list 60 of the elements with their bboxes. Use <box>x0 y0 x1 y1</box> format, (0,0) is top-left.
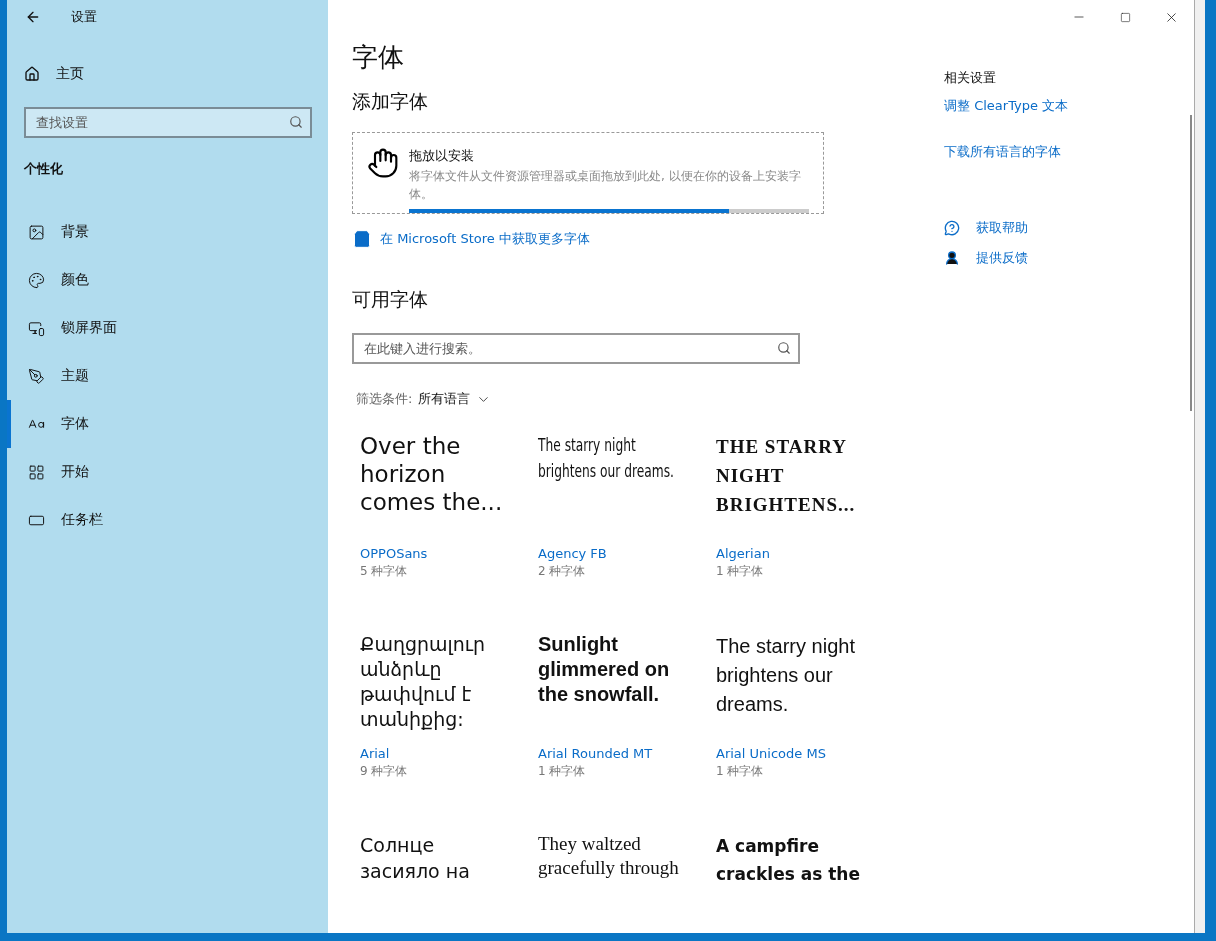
shopping-bag-icon <box>352 229 372 249</box>
font-name-link[interactable]: Arial Unicode MS <box>716 746 884 761</box>
font-sample-text: Քաղցրալուր անձրևը թափվում է տանիքից: <box>360 632 487 732</box>
font-sample-text: Over the horizon comes the... <box>360 432 504 517</box>
font-name-link[interactable]: OPPOSans <box>360 546 528 561</box>
sidebar-item[interactable]: 任务栏 <box>7 496 328 544</box>
store-link[interactable]: 在 Microsoft Store 中获取更多字体 <box>352 229 944 249</box>
sidebar-item[interactable]: 背景 <box>7 208 328 256</box>
person-icon <box>944 250 960 266</box>
search-field[interactable]: 查找设置 <box>24 107 312 138</box>
drop-zone[interactable]: 拖放以安装 将字体文件从文件资源管理器或桌面拖放到此处, 以便在你的设备上安装字体。 <box>352 132 824 214</box>
font-sample-text: Солнце засияло на <box>360 833 471 884</box>
search-icon <box>777 341 791 355</box>
pen-icon <box>28 367 45 385</box>
sidebar-item[interactable]: 颜色 <box>7 256 328 304</box>
home-icon <box>24 66 40 82</box>
page-title: 字体 <box>352 41 405 74</box>
sidebar-item[interactable]: 锁屏界面 <box>7 304 328 352</box>
related-heading: 相关设置 <box>944 69 997 87</box>
filter-dropdown[interactable]: 筛选条件: 所有语言 <box>352 390 944 408</box>
font-sample-text: The starry night brightens our dreams. <box>538 434 675 483</box>
font-sample-text: THE STARRY NIGHT BRIGHTENS... <box>716 435 857 517</box>
section-heading: 添加字体 <box>352 89 429 114</box>
font-name-link[interactable]: Arial Rounded MT <box>538 746 706 761</box>
font-sample-text: They waltzed gracefully through <box>538 832 680 880</box>
back-button[interactable] <box>25 9 41 25</box>
font-name-link[interactable]: Algerian <box>716 546 884 561</box>
related-link[interactable]: 下载所有语言的字体 <box>944 143 1184 161</box>
sidebar-item[interactable]: 主题 <box>7 352 328 400</box>
section-heading: 个性化 <box>24 160 64 178</box>
drop-title: 拖放以安装 <box>409 147 475 165</box>
scrollbar[interactable] <box>1190 115 1192 411</box>
help-link[interactable]: 提供反馈 <box>944 249 1184 267</box>
chat-question-icon <box>944 220 960 236</box>
grid-icon <box>28 463 45 481</box>
section-heading: 可用字体 <box>352 287 429 312</box>
hand-pointer-icon <box>367 147 399 179</box>
drop-description: 将字体文件从文件资源管理器或桌面拖放到此处, 以便在你的设备上安装字体。 <box>409 168 802 203</box>
font-name-link[interactable]: Arial <box>360 746 528 761</box>
font-count: 5 种字体 <box>360 563 409 580</box>
font-count: 2 种字体 <box>538 563 587 580</box>
font-search-field[interactable]: 在此键入进行搜索。 <box>352 333 800 364</box>
font-count: 1 种字体 <box>538 763 587 780</box>
monitor-icon <box>28 319 45 337</box>
font-count: 1 种字体 <box>716 563 765 580</box>
font-name-link[interactable]: Agency FB <box>538 546 706 561</box>
font-sample-text: The starry night brightens our dreams. <box>716 634 856 717</box>
font-sample-text: A campfire crackles as the <box>716 835 861 886</box>
help-link[interactable]: 获取帮助 <box>944 219 1184 237</box>
picture-icon <box>28 223 45 241</box>
home-nav-item[interactable]: 主页 <box>7 56 328 92</box>
window-title: 设置 <box>71 8 97 26</box>
maximize-icon <box>1119 11 1131 23</box>
search-icon <box>289 115 303 129</box>
palette-icon <box>28 271 45 289</box>
font-sample-text: Sunlight glimmered on the snowfall. <box>538 632 671 707</box>
font-count: 1 种字体 <box>716 763 765 780</box>
font-count: 9 种字体 <box>360 763 409 780</box>
related-link[interactable]: 调整 ClearType 文本 <box>944 97 1184 115</box>
sidebar-item[interactable]: 开始 <box>7 448 328 496</box>
